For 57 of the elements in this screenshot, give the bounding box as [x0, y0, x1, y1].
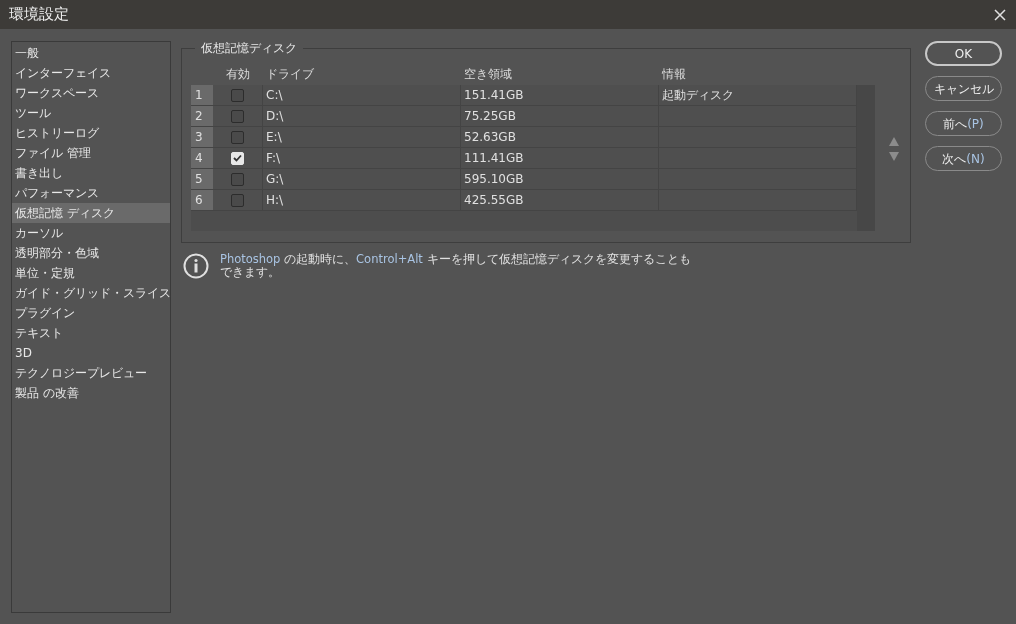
row-number: 4: [191, 148, 213, 168]
row-number: 3: [191, 127, 213, 147]
table-cell: G:\: [263, 169, 461, 189]
sidebar-item[interactable]: ヒストリーログ: [12, 123, 170, 143]
dialog-button[interactable]: 次へ(N): [925, 146, 1002, 171]
sidebar-item[interactable]: プラグイン: [12, 303, 170, 323]
sidebar-item[interactable]: ツール: [12, 103, 170, 123]
dialog-button[interactable]: 前へ(P): [925, 111, 1002, 136]
table-cell: 75.25GB: [461, 106, 659, 126]
info-icon: [183, 253, 209, 279]
sidebar-item[interactable]: ワークスペース: [12, 83, 170, 103]
table-cell: 111.41GB: [461, 148, 659, 168]
sidebar-item[interactable]: 書き出し: [12, 163, 170, 183]
group-title: 仮想記憶ディスク: [195, 39, 303, 57]
checkbox[interactable]: [231, 109, 244, 123]
table-cell: F:\: [263, 148, 461, 168]
table-cell: H:\: [263, 190, 461, 210]
table-cell: 52.63GB: [461, 127, 659, 147]
sidebar-item[interactable]: 3D: [12, 343, 170, 363]
checkbox[interactable]: [231, 130, 244, 144]
table-cell: 起動ディスク: [659, 85, 857, 105]
row-number: 1: [191, 85, 213, 105]
table-cell: E:\: [263, 127, 461, 147]
checkbox[interactable]: [231, 193, 244, 207]
column-header: 情報: [661, 66, 687, 83]
column-header: ドライブ: [265, 66, 315, 83]
sidebar-item[interactable]: 製品 の改善: [12, 383, 170, 403]
sidebar-item[interactable]: テキスト: [12, 323, 170, 343]
row-number: 5: [191, 169, 213, 189]
close-icon[interactable]: [992, 6, 1008, 23]
sidebar-item[interactable]: 単位・定規: [12, 263, 170, 283]
checkbox[interactable]: [231, 88, 244, 102]
sidebar-item[interactable]: テクノロジープレビュー: [12, 363, 170, 383]
dialog-button[interactable]: OK: [925, 41, 1002, 66]
sidebar-item[interactable]: ファイル 管理: [12, 143, 170, 163]
info-text: Photoshop の起動時に、Control+Alt キーを押して仮想記憶ディスクを変更することもできます。: [220, 253, 692, 279]
table-cell: C:\: [263, 85, 461, 105]
sidebar-item[interactable]: カーソル: [12, 223, 170, 243]
table-cell: 595.10GB: [461, 169, 659, 189]
sidebar-item[interactable]: 仮想記憶 ディスク: [12, 203, 170, 223]
row-number: 2: [191, 106, 213, 126]
dialog-button[interactable]: キャンセル: [925, 76, 1002, 101]
sidebar-item[interactable]: 一般: [12, 43, 170, 63]
checkbox[interactable]: [231, 172, 244, 186]
row-number: 6: [191, 190, 213, 210]
sidebar-item[interactable]: インターフェイス: [12, 63, 170, 83]
table-cell: D:\: [263, 106, 461, 126]
column-header: 空き領域: [463, 66, 513, 83]
up-arrow-icon[interactable]: [889, 137, 899, 146]
column-header: 有効: [225, 66, 251, 83]
window-title: 環境設定: [9, 4, 69, 26]
sidebar-item[interactable]: ガイド・グリッド・スライス: [12, 283, 170, 303]
sidebar-item[interactable]: 透明部分・色域: [12, 243, 170, 263]
down-arrow-icon[interactable]: [889, 152, 899, 161]
table-cell: 151.41GB: [461, 85, 659, 105]
table-cell: 425.55GB: [461, 190, 659, 210]
sidebar-item[interactable]: パフォーマンス: [12, 183, 170, 203]
